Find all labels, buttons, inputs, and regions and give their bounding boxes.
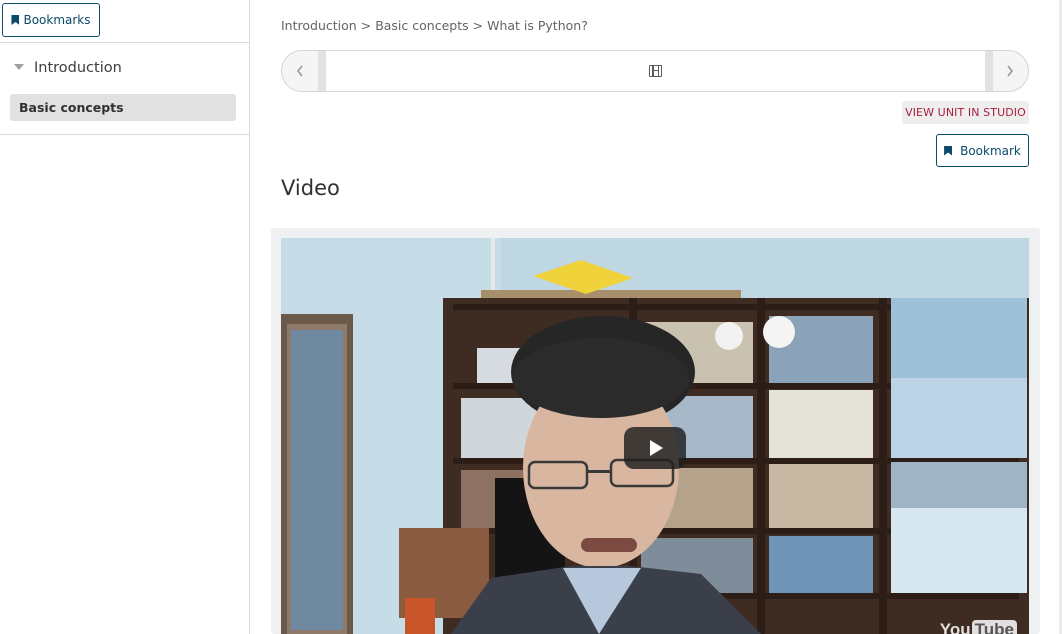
- unit-title: Video: [281, 176, 340, 200]
- youtube-logo-you: You: [939, 620, 971, 634]
- caret-down-icon: [14, 64, 24, 70]
- video-container: You Tube: [271, 228, 1040, 634]
- chapter-introduction[interactable]: Introduction: [0, 52, 249, 84]
- film-icon: [649, 65, 662, 77]
- breadcrumb-current: What is Python?: [487, 18, 588, 33]
- unit-tab-video[interactable]: [318, 51, 993, 91]
- chapter-label: Introduction: [34, 60, 122, 76]
- sidebar-divider: [0, 134, 249, 135]
- section-label: Basic concepts: [19, 100, 124, 115]
- breadcrumb-separator: >: [360, 18, 372, 33]
- sequence-navigation: [281, 50, 1029, 92]
- bookmark-icon: [944, 145, 953, 156]
- bookmark-label: Bookmark: [960, 143, 1021, 158]
- main-content: Introduction > Basic concepts > What is Pyth…: [250, 0, 1062, 634]
- breadcrumb: Introduction > Basic concepts > What is Pyth…: [281, 18, 588, 33]
- breadcrumb-separator: >: [472, 18, 484, 33]
- section-item-basic-concepts[interactable]: Basic concepts: [10, 94, 236, 121]
- chevron-left-icon: [296, 65, 303, 77]
- view-unit-in-studio-button[interactable]: VIEW UNIT IN STUDIO: [902, 101, 1029, 124]
- youtube-logo[interactable]: You Tube: [940, 620, 1017, 634]
- breadcrumb-item[interactable]: Basic concepts: [375, 18, 468, 33]
- video-player[interactable]: You Tube: [281, 238, 1029, 634]
- bookmark-icon: [11, 15, 20, 25]
- bookmarks-label: Bookmarks: [23, 13, 91, 27]
- next-unit-button[interactable]: [992, 51, 1028, 91]
- chevron-right-icon: [1007, 65, 1014, 77]
- breadcrumb-item[interactable]: Introduction: [281, 18, 357, 33]
- play-icon: [650, 440, 663, 456]
- bookmarks-button[interactable]: Bookmarks: [2, 3, 100, 37]
- bookmark-button[interactable]: Bookmark: [936, 134, 1029, 167]
- previous-unit-button[interactable]: [282, 51, 318, 91]
- play-button[interactable]: [624, 427, 686, 469]
- youtube-logo-tube: Tube: [971, 620, 1017, 634]
- course-outline-sidebar: Bookmarks Introduction Basic concepts: [0, 0, 250, 634]
- sidebar-divider: [0, 42, 249, 43]
